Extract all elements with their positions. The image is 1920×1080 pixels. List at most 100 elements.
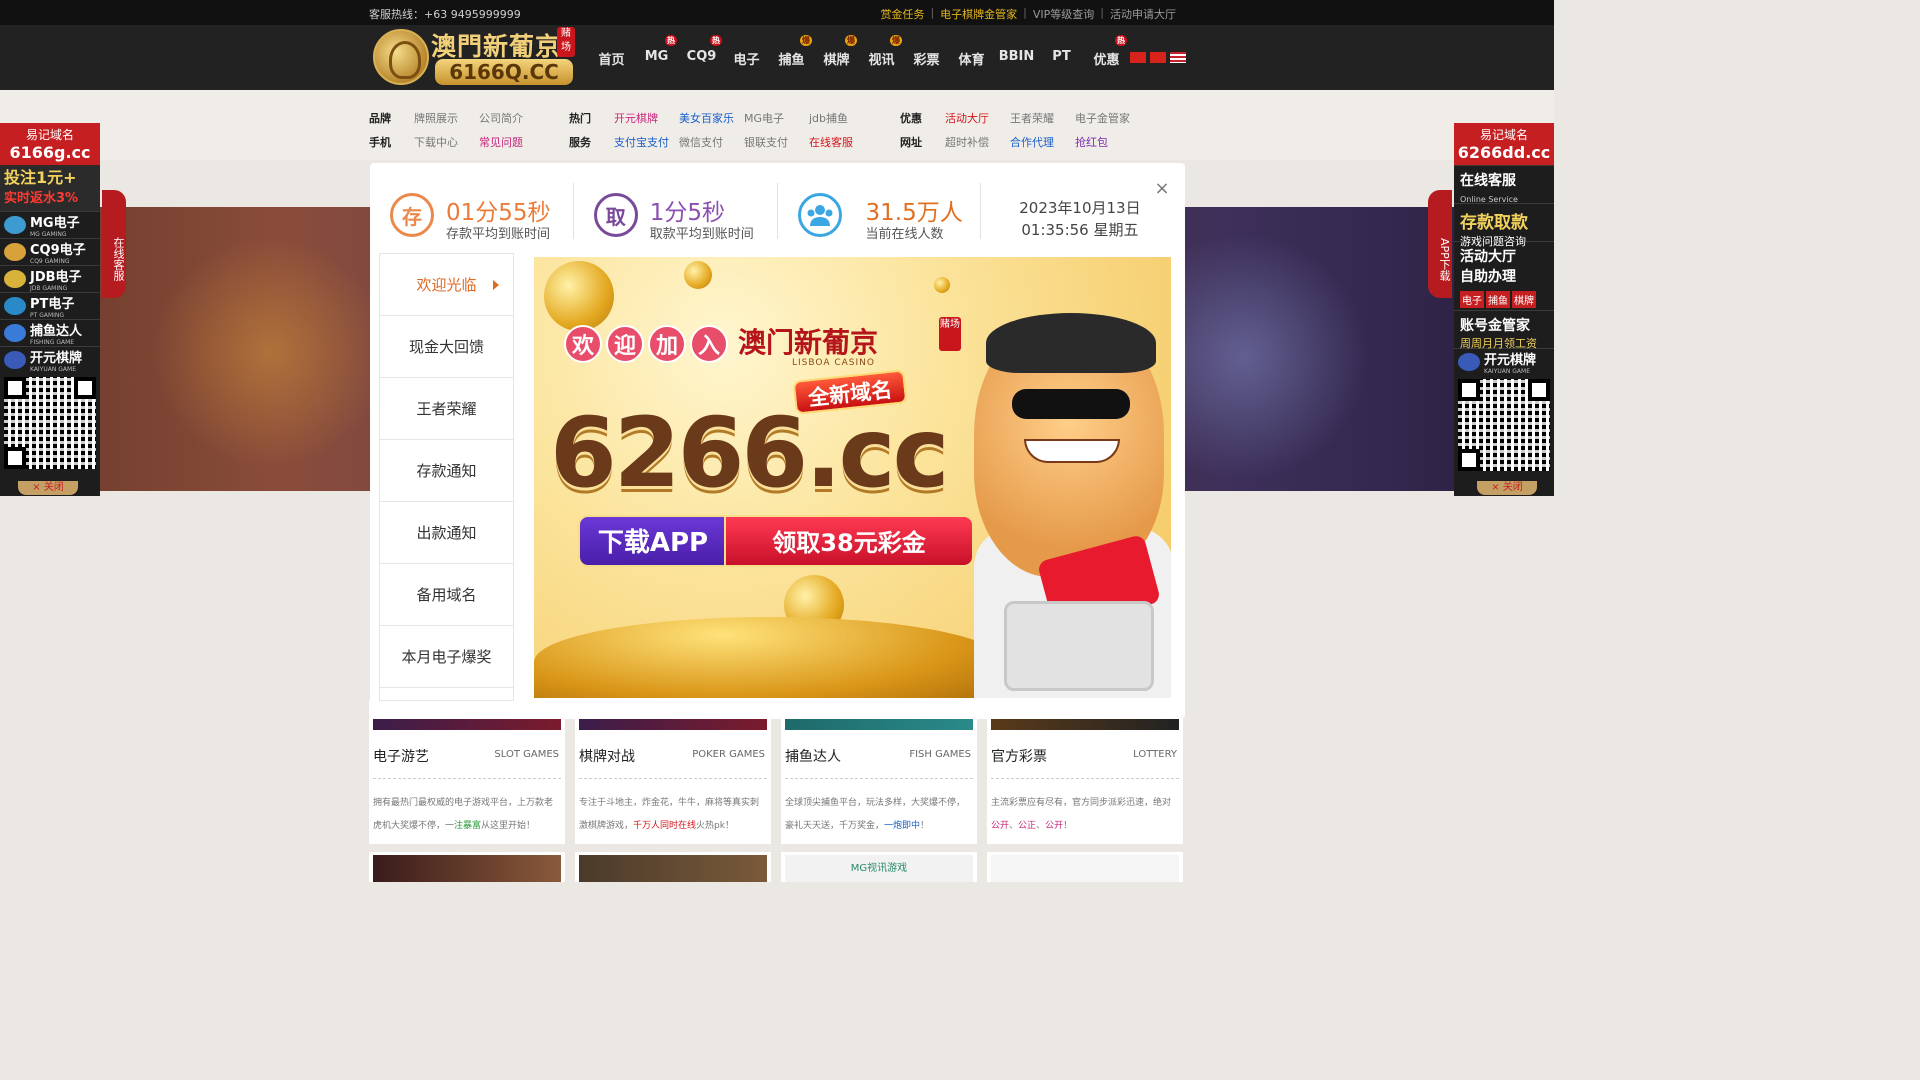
download-app-button[interactable]: 下载APP [578,515,728,567]
quick-row-service: 服务 支付宝支付 微信支付 银联支付 在线客服 [569,134,874,150]
claim-bonus-button[interactable]: 领取38元彩金 [724,515,974,567]
quick-link[interactable]: jdb捕鱼 [809,110,874,126]
us-flag-icon[interactable] [1170,52,1186,63]
nav-cq9[interactable]: 热 CQ9 [679,35,724,68]
quick-link[interactable]: 美女百家乐 [679,110,744,126]
tab-welcome[interactable]: 欢迎光临 [380,254,513,316]
quick-link[interactable]: 合作代理 [1010,134,1075,150]
right-activity-hall[interactable]: 活动大厅 自助办理 [1454,241,1554,289]
left-qr-code [4,377,96,469]
tag-fishing[interactable]: 捕鱼 [1486,291,1510,308]
tab-withdraw-notice[interactable]: 出款通知 [380,502,513,564]
nav-promo[interactable]: 热优惠 [1084,35,1129,68]
promo-banner[interactable]: 欢迎加入 澳门新葡京 赌场 LISBOA CASINO 全新域名 6266.cc… [534,257,1171,698]
right-account-butler[interactable]: 账号金管家 周周月月领工资 [1454,310,1554,350]
quick-row-site: 网址 超时补偿 合作代理 抢红包 [900,134,1140,150]
quick-link[interactable]: 银联支付 [744,134,809,150]
tab-cash-back[interactable]: 现金大回馈 [380,316,513,378]
right-online-service[interactable]: 在线客服 Online Service [1454,165,1554,204]
quick-link[interactable]: 微信支付 [679,134,744,150]
tag-chess[interactable]: 棋牌 [1512,291,1536,308]
hk-flag-icon[interactable] [1150,52,1166,63]
stat-online: 31.5万人 当前在线人数 [778,183,982,242]
pt-icon [4,297,26,315]
left-item-cq9[interactable]: CQ9电子 CQ9 GAMING [0,238,100,265]
hot-tag: 热 [1115,35,1127,46]
cn-flag-icon[interactable] [1130,52,1146,63]
card-title: 捕鱼达人 [785,749,841,765]
card-title: 官方彩票 [991,749,1047,765]
left-item-fishing[interactable]: 捕鱼达人 FISHING GAME [0,319,100,346]
right-app-download-tab[interactable]: APP下载 [1428,190,1452,298]
card-slots[interactable]: 电子游艺 SLOT GAMES 拥有最热门最权威的电子游戏平台，上万款老虎机大奖… [369,700,565,844]
quick-link[interactable]: 抢红包 [1075,134,1140,150]
left-item-kaiyuan[interactable]: 开元棋牌 KAIYUAN GAME [0,346,100,373]
modal-tabs: 欢迎光临 现金大回馈 王者荣耀 存款通知 出款通知 备用域名 本月电子爆奖 [379,253,514,701]
quick-links: 品牌 牌照展示 公司简介 手机 下载中心 常见问题 热门 开元棋牌 美女百家乐 … [0,90,1554,160]
card-row2[interactable] [987,852,1183,882]
nav-bbin[interactable]: BBIN [994,49,1039,68]
top-link-activity[interactable]: 活动申请大厅 [1104,6,1182,22]
top-link-butler[interactable]: 电子棋牌金管家 [934,6,1023,22]
quick-link[interactable]: 下载中心 [414,134,479,150]
card-row2[interactable] [369,852,565,882]
top-link-vip[interactable]: VIP等级查询 [1027,6,1100,22]
card-subtitle: POKER GAMES [692,749,765,760]
right-deposit-withdraw[interactable]: 存款取款 游戏问题咨询 [1454,203,1554,248]
quick-link[interactable]: 支付宝支付 [614,134,679,150]
nav-lottery[interactable]: 彩票 [904,49,949,68]
gold-pile [534,617,1004,698]
fishing-icon [4,324,26,342]
right-item-kaiyuan[interactable]: 开元棋牌 KAIYUAN GAME [1454,348,1554,375]
card-title: 棋牌对战 [579,749,635,765]
right-domain-header: 易记域名 6266dd.cc [1454,123,1554,165]
coin-icon [934,277,950,293]
card-row2[interactable] [575,852,771,882]
left-item-pt[interactable]: PT电子 PT GAMING [0,292,100,319]
kaiyuan-icon [4,351,26,369]
nav-chess[interactable]: 爆棋牌 [814,35,859,68]
quick-link[interactable]: 电子金管家 [1075,110,1145,126]
nav-slots[interactable]: 电子 [724,49,769,68]
nav-home[interactable]: 首页 [589,49,634,68]
hot-tag: 热 [710,35,722,46]
quick-link[interactable]: 公司简介 [479,110,544,126]
stat-datetime: 2023年10月13日 01:35:56 星期五 [981,183,1185,239]
nav-pt[interactable]: PT [1039,49,1084,68]
mg-icon [4,216,26,234]
left-close-button[interactable]: × 关闭 [18,481,78,495]
cq9-icon [4,243,26,261]
nav-sports[interactable]: 体育 [949,49,994,68]
left-live-chat-tab[interactable]: 在线客服 [102,190,126,298]
quick-link[interactable]: 超时补偿 [945,134,1010,150]
top-link-bounty[interactable]: 赏金任务 [874,6,930,22]
right-close-button[interactable]: × 关闭 [1477,481,1537,495]
tab-honor-of-kings[interactable]: 王者荣耀 [380,378,513,440]
tab-backup-domain[interactable]: 备用域名 [380,564,513,626]
quick-link[interactable]: MG电子 [744,110,809,126]
tag-slots[interactable]: 电子 [1460,291,1484,308]
card-row2[interactable]: MG视讯游戏 [781,852,977,882]
quick-link[interactable]: 王者荣耀 [1010,110,1075,126]
tab-monthly-jackpot[interactable]: 本月电子爆奖 [380,626,513,688]
right-float-panel: 易记域名 6266dd.cc 在线客服 Online Service 存款取款 游戏… [1454,123,1554,496]
nav-fishing[interactable]: 爆捕鱼 [769,35,814,68]
quick-link[interactable]: 常见问题 [479,134,544,150]
card-lottery[interactable]: 官方彩票 LOTTERY 主流彩票应有尽有，官方同步派彩迅速，绝对公开、公正、公… [987,700,1183,844]
left-rebate-promo[interactable]: 投注1元+ 实时返水3% [0,165,100,211]
left-item-mg[interactable]: MG电子 MG GAMING [0,211,100,238]
site-logo[interactable]: 澳門新葡京 赌场 6166Q.CC [373,27,575,87]
nav-mg[interactable]: 热 MG [634,35,679,68]
quick-link[interactable]: 牌照展示 [414,110,479,126]
tab-deposit-notice[interactable]: 存款通知 [380,440,513,502]
nav-live[interactable]: 爆视讯 [859,35,904,68]
promo-casino-badge: 赌场 [939,317,961,351]
card-fish[interactable]: 捕鱼达人 FISH GAMES 全球顶尖捕鱼平台，玩法多样，大奖爆不停，豪礼天天… [781,700,977,844]
quick-link[interactable]: 活动大厅 [945,110,1010,126]
quick-link[interactable]: 在线客服 [809,134,874,150]
card-poker[interactable]: 棋牌对战 POKER GAMES 专注于斗地主，炸金花，牛牛，麻将等真实刺激棋牌… [575,700,771,844]
quick-link[interactable]: 开元棋牌 [614,110,679,126]
card-desc: 全球顶尖捕鱼平台，玩法多样，大奖爆不停，豪礼天天送，千万奖金，一炮即中！ [785,798,966,831]
card-subtitle: SLOT GAMES [494,749,559,760]
left-item-jdb[interactable]: JDB电子 JDB GAMING [0,265,100,292]
